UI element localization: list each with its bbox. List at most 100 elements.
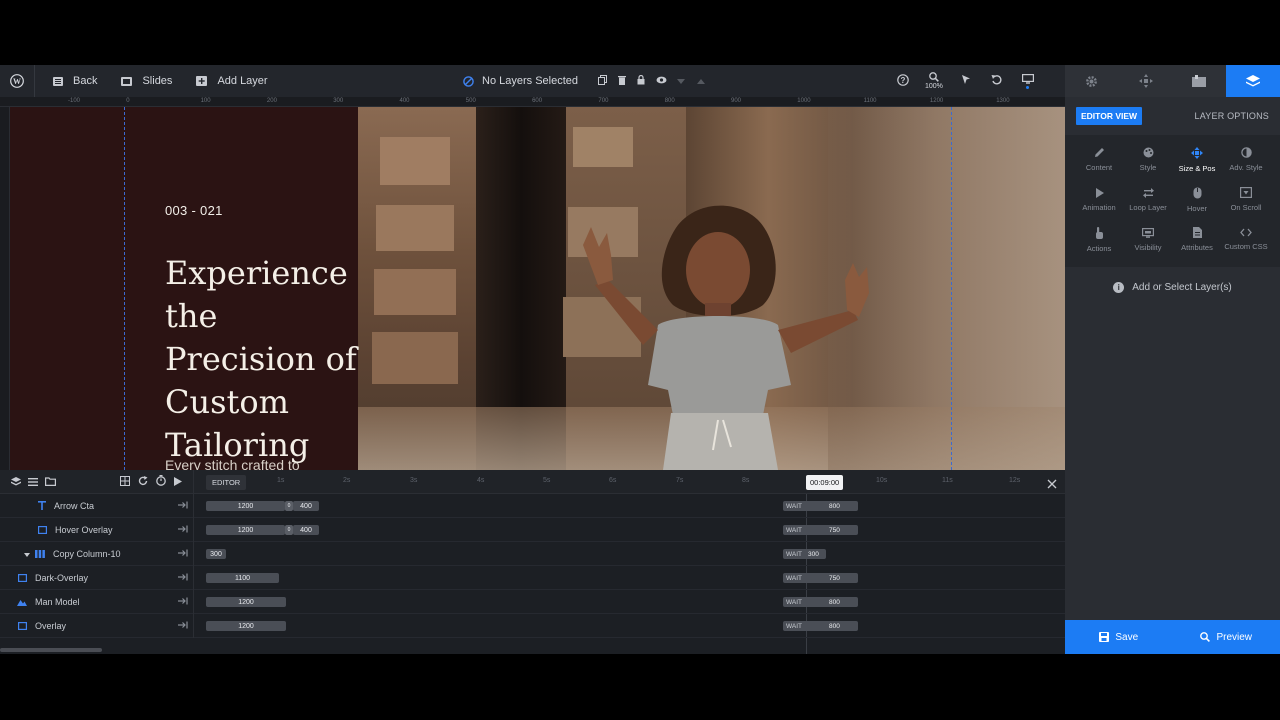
option-custom-css[interactable]: Custom CSS xyxy=(1222,221,1271,258)
pin-icon[interactable] xyxy=(178,621,188,631)
search-icon xyxy=(1200,632,1211,642)
row-label[interactable]: Overlay xyxy=(0,613,194,638)
in-animation-bar[interactable]: 1200 xyxy=(206,621,286,631)
desktop-icon xyxy=(1021,73,1034,84)
stagger-bar[interactable]: 0 xyxy=(285,525,293,535)
wait-bar[interactable]: WAIT 750 xyxy=(783,525,858,535)
preview-button[interactable]: Preview xyxy=(1173,620,1280,654)
tab-layers[interactable] xyxy=(1226,65,1280,97)
close-icon[interactable] xyxy=(1047,476,1057,494)
hero-photo[interactable] xyxy=(358,107,1065,470)
option-adv-style[interactable]: Adv. Style xyxy=(1222,141,1271,178)
tab-navigation[interactable] xyxy=(1119,65,1173,97)
save-button[interactable]: Save xyxy=(1065,620,1173,654)
tab-settings[interactable] xyxy=(1065,65,1119,97)
timeline-row[interactable]: Copy Column-10 300 WAIT 300 xyxy=(0,541,1065,566)
out-animation-bar[interactable]: 400 xyxy=(293,501,319,511)
contrast-icon xyxy=(1240,147,1252,158)
pin-icon[interactable] xyxy=(178,549,188,559)
layers-view-icon[interactable] xyxy=(11,473,21,491)
wait-value: 750 xyxy=(829,526,840,534)
option-animation[interactable]: Animation xyxy=(1075,181,1124,218)
out-animation-bar[interactable]: 400 xyxy=(293,525,319,535)
refresh-icon[interactable] xyxy=(138,473,148,491)
row-label[interactable]: Hover Overlay xyxy=(0,517,194,542)
collapse-arrow-icon[interactable] xyxy=(24,549,30,559)
timer-icon[interactable] xyxy=(156,473,166,491)
tab-slide[interactable] xyxy=(1173,65,1227,97)
wait-bar[interactable]: WAIT 300 xyxy=(783,549,826,559)
stagger-bar[interactable]: 0 xyxy=(285,501,293,511)
option-loop-layer[interactable]: Loop Layer xyxy=(1124,181,1173,218)
list-icon xyxy=(53,76,63,86)
slide-canvas[interactable]: 003 - 021 Experience the Precision of Cu… xyxy=(10,107,1065,470)
option-visibility[interactable]: Visibility xyxy=(1124,221,1173,258)
in-animation-bar[interactable]: 300 xyxy=(206,549,226,559)
zoom-control[interactable]: 100% xyxy=(925,72,943,90)
zoom-level: 100% xyxy=(925,83,943,90)
move-down-icon[interactable] xyxy=(677,75,685,87)
option-content[interactable]: Content xyxy=(1075,141,1124,178)
option-size-pos[interactable]: Size & Pos xyxy=(1173,141,1222,178)
slide-counter[interactable]: 003 - 021 xyxy=(165,203,223,218)
in-animation-bar[interactable]: 1200 xyxy=(206,501,285,511)
wait-bar[interactable]: WAIT 750 xyxy=(783,573,858,583)
stone-block xyxy=(573,127,633,167)
trash-icon[interactable] xyxy=(618,75,626,88)
pin-icon[interactable] xyxy=(178,525,188,535)
wordpress-logo-button[interactable]: W xyxy=(0,65,34,97)
row-label[interactable]: Dark-Overlay xyxy=(0,565,194,590)
option-attributes[interactable]: Attributes xyxy=(1173,221,1222,258)
slide-image-icon xyxy=(1192,75,1207,87)
option-label: Hover xyxy=(1186,203,1207,213)
pin-icon[interactable] xyxy=(178,501,188,511)
wait-bar[interactable]: WAIT 800 xyxy=(783,501,858,511)
undo-icon[interactable] xyxy=(991,74,1002,88)
back-button[interactable]: Back xyxy=(53,65,97,97)
editor-time-tag[interactable]: EDITOR xyxy=(206,475,247,490)
pin-icon[interactable] xyxy=(178,597,188,607)
play-timeline-icon[interactable] xyxy=(174,473,182,491)
folder-icon[interactable] xyxy=(45,473,56,491)
grid-icon[interactable] xyxy=(120,473,130,491)
in-animation-bar[interactable]: 1100 xyxy=(206,573,279,583)
timeline-row[interactable]: Arrow Cta 1200 0 400 WAIT 800 xyxy=(0,493,1065,518)
slides-label: Slides xyxy=(142,75,173,87)
editor-view-badge[interactable]: EDITOR VIEW xyxy=(1076,107,1143,125)
pointer-icon[interactable] xyxy=(961,74,971,88)
timeline-tools xyxy=(120,470,182,494)
in-animation-bar[interactable]: 1200 xyxy=(206,525,285,535)
time-tick: 10s xyxy=(876,477,888,484)
desktop-view-button[interactable] xyxy=(1021,73,1034,89)
horizontal-scrollbar[interactable] xyxy=(0,648,102,652)
timeline-row[interactable]: Hover Overlay 1200 0 400 WAIT 750 xyxy=(0,517,1065,542)
row-label[interactable]: Arrow Cta xyxy=(0,493,194,518)
option-style[interactable]: Style xyxy=(1124,141,1173,178)
wait-bar[interactable]: WAIT 800 xyxy=(783,597,858,607)
timeline-row[interactable]: Dark-Overlay 1100 WAIT 750 xyxy=(0,565,1065,590)
move-up-icon[interactable] xyxy=(697,75,705,87)
ruler-tick-label: 800 xyxy=(664,98,675,104)
current-time-marker[interactable]: 00:09:00 xyxy=(806,475,844,490)
panel-header: EDITOR VIEW LAYER OPTIONS xyxy=(1065,97,1280,135)
wait-bar[interactable]: WAIT 800 xyxy=(783,621,858,631)
lock-icon[interactable] xyxy=(637,74,645,88)
option-actions[interactable]: Actions xyxy=(1075,221,1124,258)
in-animation-bar[interactable]: 1200 xyxy=(206,597,286,607)
slide-headline[interactable]: Experience the Precision of Custom Tailo… xyxy=(165,252,365,467)
slide-subtext[interactable]: Every stitch crafted to xyxy=(165,457,300,470)
row-label[interactable]: Man Model xyxy=(0,589,194,614)
slides-button[interactable]: Slides xyxy=(121,65,172,97)
menu-icon[interactable] xyxy=(28,473,38,491)
eye-icon[interactable] xyxy=(656,75,667,87)
add-layer-button[interactable]: Add Layer xyxy=(196,65,268,97)
timeline-row[interactable]: Man Model 1200 WAIT 800 xyxy=(0,589,1065,614)
option-on-scroll[interactable]: On Scroll xyxy=(1222,181,1271,218)
duplicate-icon[interactable] xyxy=(598,74,607,88)
ruler-tick-label: -100 xyxy=(68,98,81,104)
row-label[interactable]: Copy Column-10 xyxy=(0,541,194,566)
help-icon[interactable]: ? xyxy=(897,73,909,89)
timeline-row[interactable]: Overlay 1200 WAIT 800 xyxy=(0,613,1065,638)
option-hover[interactable]: Hover xyxy=(1173,181,1222,218)
pin-icon[interactable] xyxy=(178,573,188,583)
